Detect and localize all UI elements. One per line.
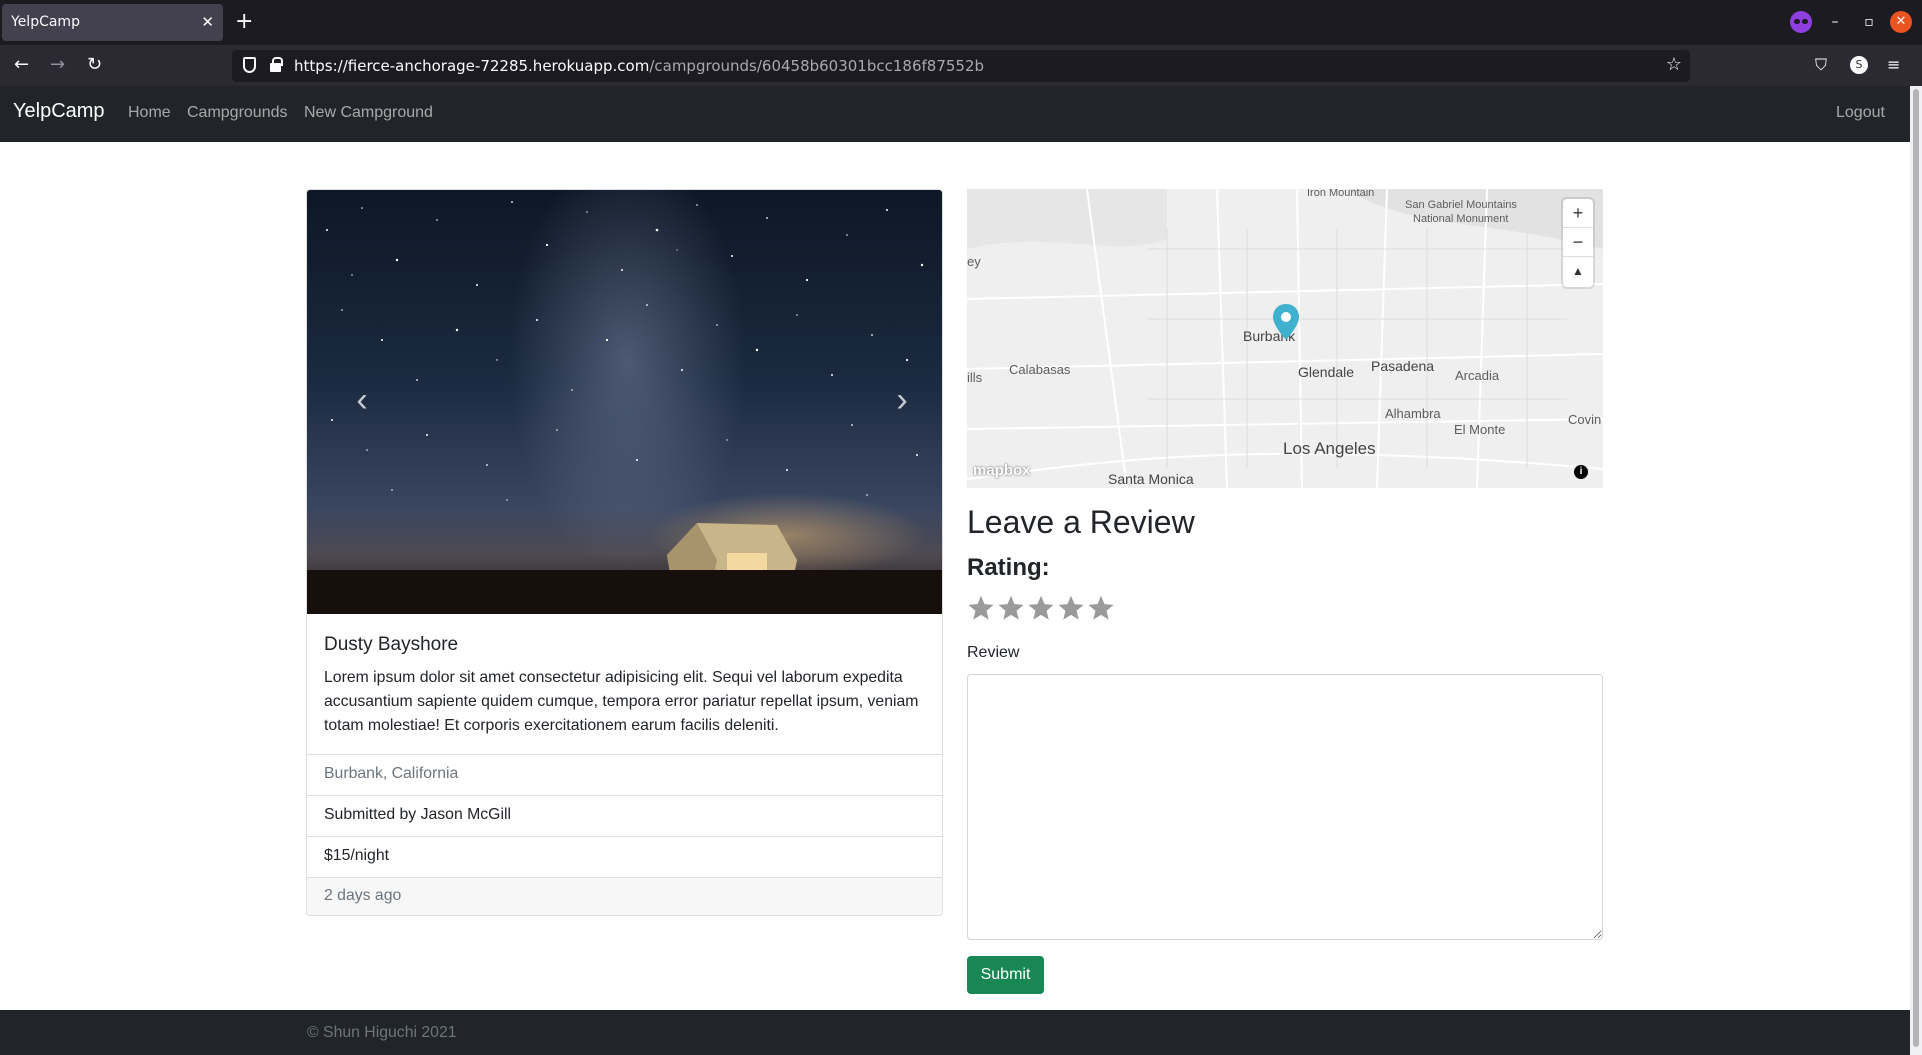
map-label-pasadena: Pasadena xyxy=(1371,358,1435,374)
campground-location: Burbank, California xyxy=(307,754,942,795)
nav-link-campgrounds[interactable]: Campgrounds xyxy=(187,104,288,122)
star-icon[interactable] xyxy=(1087,593,1115,623)
browser-toolbar: ← → ↻ https://fierce-anchorage-72285.her… xyxy=(0,45,1922,86)
lock-icon[interactable] xyxy=(270,57,283,72)
carousel-next-button[interactable]: › xyxy=(887,380,917,420)
reload-icon[interactable]: ↻ xyxy=(87,53,102,77)
new-tab-button[interactable]: + xyxy=(235,8,253,36)
site-footer: © Shun Higuchi 2021 xyxy=(0,1010,1910,1055)
map-label-iron-mountain: Iron Mountain xyxy=(1307,189,1375,199)
url-text[interactable]: https://fierce-anchorage-72285.herokuapp… xyxy=(294,57,984,75)
photo-ground xyxy=(307,570,942,614)
attribution-info-icon[interactable]: i xyxy=(1574,465,1588,479)
cluster-map[interactable]: Iron Mountain San Gabriel Mountains Nati… xyxy=(967,189,1603,488)
map-label-covin: Covin xyxy=(1568,412,1602,427)
map-label-calabasas: Calabasas xyxy=(1009,362,1071,377)
review-form-title: Leave a Review xyxy=(967,504,1195,540)
night-sky-photo xyxy=(326,201,924,501)
pocket-icon[interactable]: ⛉ xyxy=(1815,54,1827,76)
url-path: /campgrounds/60458b60301bcc186f87552b xyxy=(649,57,985,75)
account-icon[interactable]: S xyxy=(1850,56,1868,74)
campground-title: Dusty Bayshore xyxy=(324,634,459,655)
site-navbar: YelpCamp Home Campgrounds New Campground… xyxy=(0,86,1910,142)
card-body: Dusty Bayshore Lorem ipsum dolor sit ame… xyxy=(307,614,942,754)
star-rating-input[interactable] xyxy=(967,593,1115,627)
map-label-glendale: Glendale xyxy=(1298,364,1355,380)
nav-link-logout[interactable]: Logout xyxy=(1836,104,1885,122)
zoom-in-button[interactable]: + xyxy=(1563,199,1593,228)
window-close-button[interactable]: ✕ xyxy=(1890,11,1912,33)
map-label-santa-monica: Santa Monica xyxy=(1108,471,1194,487)
page-viewport: YelpCamp Home Campgrounds New Campground… xyxy=(0,86,1910,1055)
zoom-out-button[interactable]: − xyxy=(1563,228,1593,257)
star-icon[interactable] xyxy=(1027,593,1055,623)
hamburger-menu-icon[interactable]: ≡ xyxy=(1887,54,1900,76)
mapbox-logo[interactable]: mapbox xyxy=(973,462,1031,479)
forward-arrow-icon[interactable]: → xyxy=(50,53,65,77)
browser-tab[interactable]: YelpCamp ✕ xyxy=(2,4,223,41)
submit-review-button[interactable]: Submit xyxy=(967,956,1044,994)
url-bar[interactable]: https://fierce-anchorage-72285.herokuapp… xyxy=(232,50,1690,82)
nav-link-new-campground[interactable]: New Campground xyxy=(304,104,433,122)
tracking-shield-icon[interactable] xyxy=(243,57,256,73)
rating-label: Rating: xyxy=(967,554,1050,581)
window-maximize-button[interactable]: ▫ xyxy=(1856,9,1882,35)
nav-link-home[interactable]: Home xyxy=(128,104,171,122)
map-label-ills: ills xyxy=(967,370,983,385)
tab-close-icon[interactable]: ✕ xyxy=(201,13,214,31)
map-label-san-gabriel-2: National Monument xyxy=(1413,213,1509,225)
map-label-el-monte: El Monte xyxy=(1454,422,1506,437)
star-icon[interactable] xyxy=(997,593,1025,623)
map-navigation-controls: + − ▲ xyxy=(1563,199,1593,287)
map-label-ey: ey xyxy=(967,254,981,269)
star-icon[interactable] xyxy=(1057,593,1085,623)
star-icon[interactable] xyxy=(967,593,995,623)
review-textarea[interactable] xyxy=(967,674,1603,940)
campground-price: $15/night xyxy=(307,836,942,877)
compass-button[interactable]: ▲ xyxy=(1563,257,1593,286)
back-arrow-icon[interactable]: ← xyxy=(14,53,29,77)
campground-card: ‹ › Dusty Bayshore Lorem ipsum dolor sit… xyxy=(306,189,943,916)
map-label-san-gabriel-1: San Gabriel Mountains xyxy=(1405,199,1517,211)
footer-copyright: © Shun Higuchi 2021 xyxy=(307,1024,457,1041)
scrollbar-thumb[interactable] xyxy=(1913,89,1919,1047)
bookmark-star-icon[interactable]: ☆ xyxy=(1666,54,1682,75)
map-label-los-angeles: Los Angeles xyxy=(1283,439,1376,458)
campground-author: Submitted by Jason McGill xyxy=(307,795,942,836)
window-minimize-button[interactable]: – xyxy=(1822,9,1848,35)
map-label-alhambra: Alhambra xyxy=(1385,406,1441,421)
url-host: https://fierce-anchorage-72285.herokuapp… xyxy=(294,57,650,75)
private-browsing-icon xyxy=(1790,11,1812,33)
campground-map-marker[interactable] xyxy=(1273,304,1299,340)
campground-posted-time: 2 days ago xyxy=(307,877,942,915)
image-carousel: ‹ › xyxy=(307,190,942,614)
carousel-prev-button[interactable]: ‹ xyxy=(347,380,377,420)
browser-tab-bar: YelpCamp ✕ + – ▫ ✕ xyxy=(0,0,1922,45)
review-label: Review xyxy=(967,644,1020,661)
navbar-brand[interactable]: YelpCamp xyxy=(13,100,105,123)
map-label-arcadia: Arcadia xyxy=(1455,368,1500,383)
tab-title: YelpCamp xyxy=(11,14,80,30)
page-scrollbar[interactable] xyxy=(1910,86,1922,1055)
campground-description: Lorem ipsum dolor sit amet consectetur a… xyxy=(324,669,919,734)
